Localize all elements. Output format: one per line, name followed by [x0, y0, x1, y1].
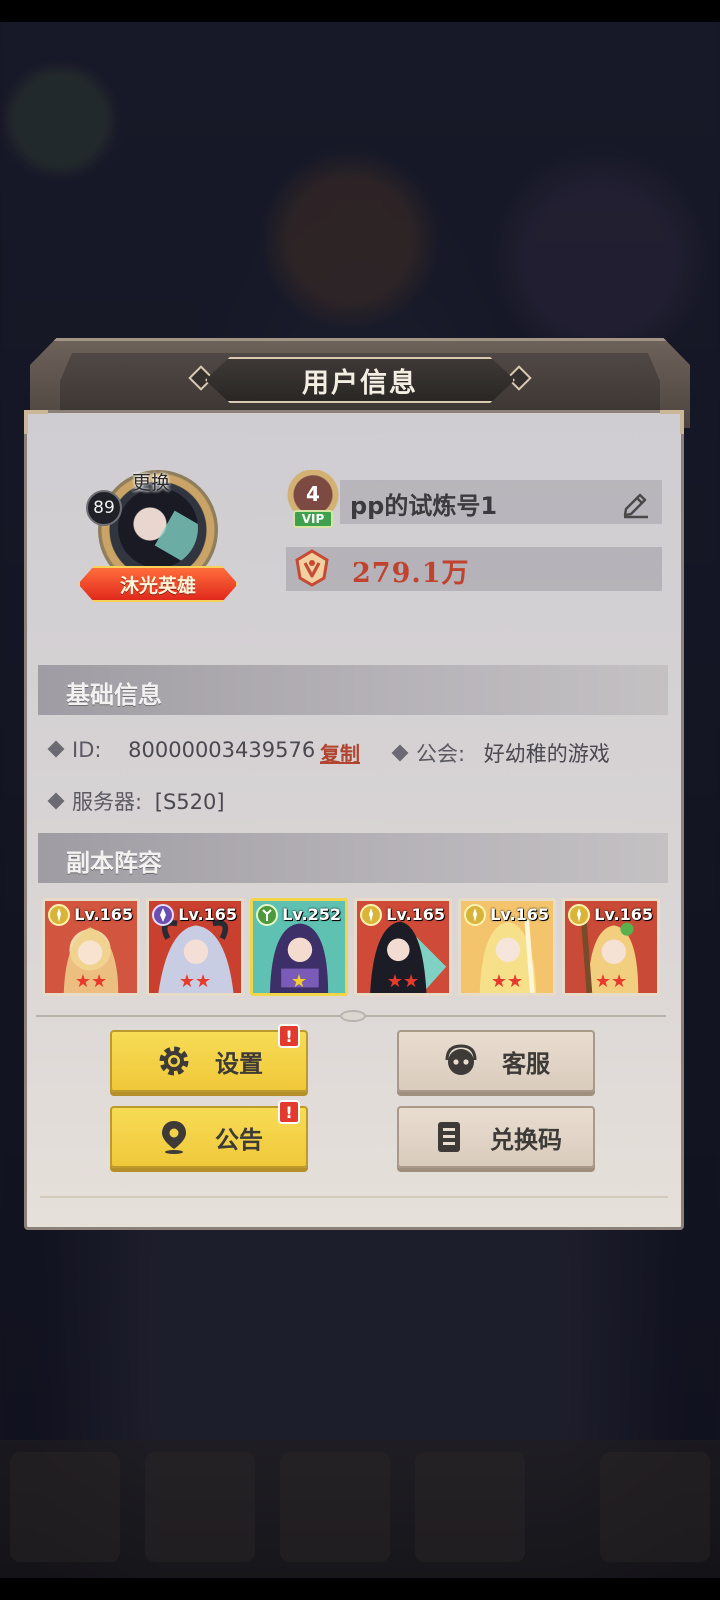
redeem-code-label: 兑换码	[490, 1125, 562, 1154]
panel-bottom-trim	[40, 1196, 668, 1214]
avatar[interactable]	[118, 488, 198, 568]
holy-element-icon	[464, 904, 486, 926]
notebook-icon	[438, 1122, 460, 1152]
basic-info-title: 基础信息	[66, 681, 162, 709]
hero-level: Lv.165	[178, 905, 237, 924]
announcement-label: 公告	[215, 1125, 263, 1154]
panel-corner-left	[24, 410, 48, 434]
hero-stars: ★★	[178, 971, 212, 992]
hero-title-ribbon: 沐光英雄	[78, 566, 238, 602]
holy-element-icon	[360, 904, 382, 926]
vip-label: VIP	[293, 510, 333, 528]
gear-icon	[159, 1046, 189, 1076]
copy-id-button[interactable]: 复制	[320, 738, 360, 767]
bullet-icon	[47, 740, 65, 758]
change-avatar-label[interactable]: 更换	[132, 468, 170, 495]
hero-stars: ★★	[74, 971, 108, 992]
lineup-title: 副本阵容	[66, 849, 162, 877]
hero-level: Lv.165	[594, 905, 653, 924]
server-label: 服务器:	[72, 790, 143, 814]
hero-card[interactable]: Lv.165 ★★	[354, 898, 452, 996]
announcement-alert-badge: !	[278, 1100, 300, 1124]
nature-element-icon	[256, 904, 278, 926]
id-label: ID:	[72, 738, 102, 762]
hero-level: Lv.165	[490, 905, 549, 924]
hero-level: Lv.252	[282, 905, 341, 924]
hero-level: Lv.165	[74, 905, 133, 924]
dialog-title: 用户信息	[302, 367, 418, 399]
edit-name-icon[interactable]	[620, 487, 652, 519]
divider-ornament	[340, 1010, 366, 1022]
dark-element-icon	[152, 904, 174, 926]
guild-value: 好幼稚的游戏	[483, 742, 610, 766]
server-value: [S520]	[154, 790, 225, 814]
combat-power-icon	[295, 549, 329, 587]
guild-label: 公会:	[416, 742, 466, 766]
hero-stars: ★	[290, 971, 308, 992]
hero-card[interactable]: Lv.165 ★★	[42, 898, 140, 996]
holy-element-icon	[48, 904, 70, 926]
support-button[interactable]: 客服	[397, 1030, 595, 1092]
lineup-header: 副本阵容	[38, 833, 668, 883]
hero-title-text: 沐光英雄	[119, 574, 196, 597]
hero-card[interactable]: Lv.252 ★	[250, 898, 348, 996]
server-row: 服务器: [S520]	[47, 786, 225, 816]
panel-corner-right	[660, 410, 684, 434]
settings-alert-badge: !	[278, 1024, 300, 1048]
hero-card[interactable]: Lv.165 ★★	[562, 898, 660, 996]
hero-level: Lv.165	[386, 905, 445, 924]
navigation-bar	[0, 1578, 720, 1600]
hero-stars: ★★	[386, 971, 420, 992]
guild-row: 公会: 好幼稚的游戏	[391, 738, 610, 768]
support-label: 客服	[502, 1049, 550, 1078]
id-value: 80000003439576	[128, 738, 316, 762]
bullet-icon	[47, 792, 65, 810]
hero-card[interactable]: Lv.165 ★★	[146, 898, 244, 996]
player-level-badge: 89	[86, 490, 122, 526]
hero-card[interactable]: Lv.165 ★★	[458, 898, 556, 996]
dialog-title-plate: 用户信息	[205, 357, 515, 403]
location-pin-icon	[162, 1121, 186, 1154]
settings-label: 设置	[215, 1049, 263, 1078]
vip-badge: 4 VIP	[284, 470, 342, 532]
holy-element-icon	[568, 904, 590, 926]
combat-power-value: 279.1万	[352, 558, 470, 589]
headset-icon	[445, 1044, 477, 1075]
hero-stars: ★★	[594, 971, 628, 992]
player-name: pp的试炼号1	[350, 492, 498, 520]
bullet-icon	[391, 744, 409, 762]
redeem-code-button[interactable]: 兑换码	[397, 1106, 595, 1168]
hero-stars: ★★	[490, 971, 524, 992]
status-bar	[0, 0, 720, 22]
basic-info-header: 基础信息	[38, 665, 668, 715]
id-row: ID: 80000003439576	[47, 738, 316, 762]
power-bar	[286, 547, 662, 591]
vip-level: 4	[306, 482, 320, 506]
